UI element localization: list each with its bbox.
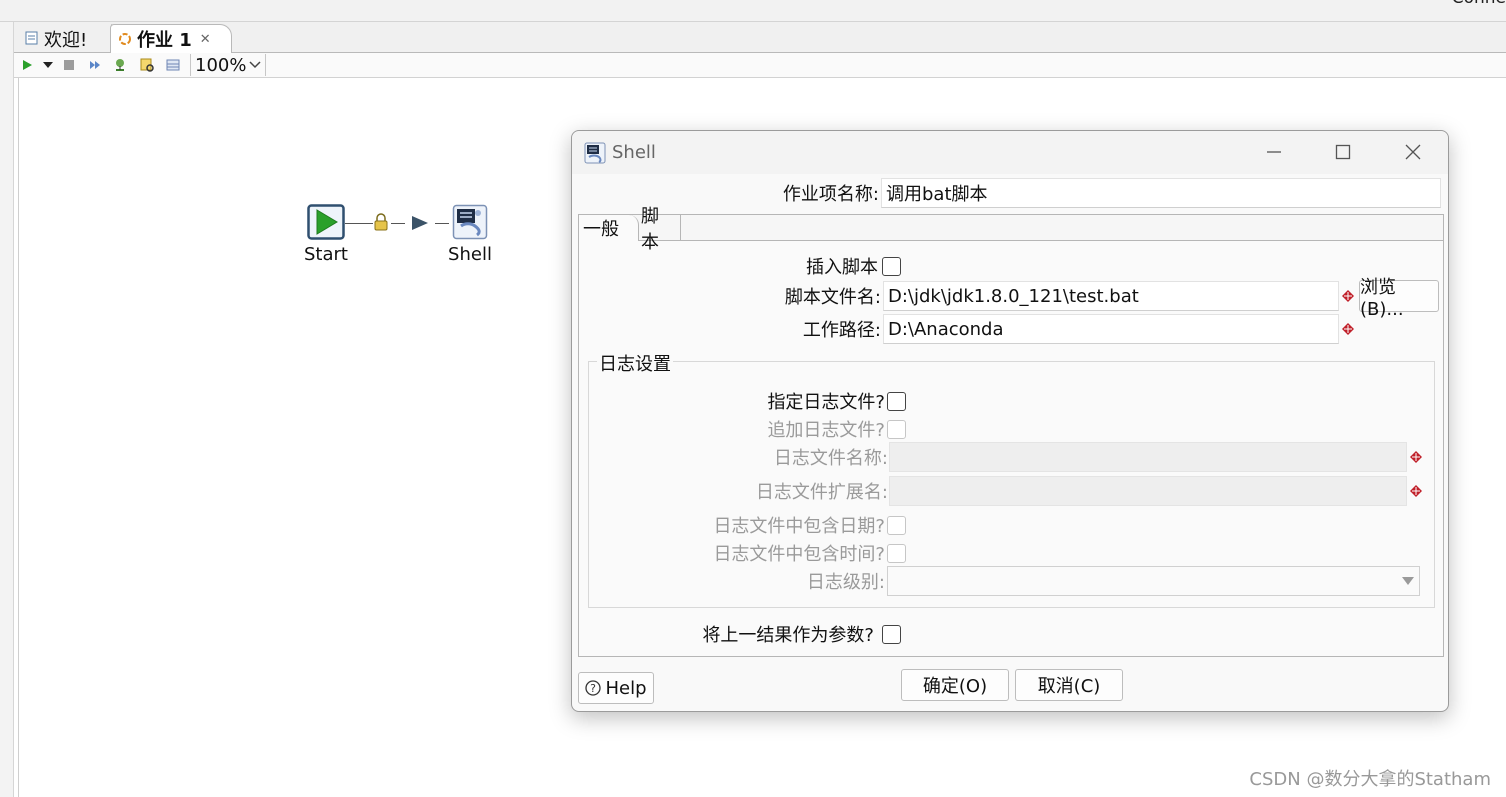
watermark-text: CSDN @数分大拿的Statham — [1249, 769, 1491, 790]
dialog-title: Shell — [612, 142, 656, 163]
work-dir-input[interactable]: D:\Anaconda — [883, 314, 1339, 344]
stop-button[interactable] — [56, 54, 82, 76]
entry-name-label: 作业项名称: — [782, 184, 879, 205]
required-variable-icon — [1342, 323, 1354, 335]
node-start[interactable]: Start — [303, 204, 349, 265]
required-variable-icon — [1342, 290, 1354, 302]
dropdown-arrow-icon — [43, 62, 53, 68]
log-include-date-label: 日志文件中包含日期? — [713, 516, 885, 537]
specify-log-checkbox[interactable] — [887, 391, 906, 411]
shell-icon — [584, 142, 606, 163]
sql-check-icon — [140, 58, 154, 72]
close-icon — [1405, 144, 1421, 160]
cancel-button[interactable]: 取消(C) — [1015, 669, 1123, 701]
svg-text:?: ? — [591, 682, 597, 695]
work-dir-label: 工作路径: — [802, 320, 881, 341]
left-panel-edge — [0, 22, 14, 797]
ok-button[interactable]: 确定(O) — [901, 669, 1009, 701]
layout-icon — [166, 59, 180, 71]
log-filename-label: 日志文件名称: — [773, 448, 888, 469]
stop-icon — [64, 60, 74, 70]
chevron-down-icon — [249, 61, 261, 69]
log-include-time-label: 日志文件中包含时间? — [713, 544, 885, 565]
zoom-value: 100% — [195, 54, 247, 76]
connection-text: Conne — [1452, 0, 1506, 8]
dialog-title-bar[interactable]: Shell — [572, 131, 1448, 174]
log-settings-group: 日志设置 指定日志文件? 追加日志文件? 日志文件名称: 日志文件扩展名: 日志… — [588, 350, 1435, 608]
hop-arrow-icon — [411, 215, 429, 236]
sql-check-button[interactable] — [134, 54, 160, 76]
required-variable-icon — [1410, 451, 1422, 463]
zoom-select[interactable]: 100% — [190, 54, 266, 76]
debug-icon — [116, 59, 124, 71]
log-include-time-checkbox[interactable] — [887, 543, 906, 563]
specify-log-label: 指定日志文件? — [767, 392, 885, 413]
editor-tab-bar: 欢迎! 作业 1 ✕ — [14, 22, 1506, 53]
hop-line-1 — [345, 223, 373, 224]
start-node-icon — [307, 204, 345, 240]
prev-result-checkbox[interactable] — [882, 624, 901, 644]
help-label: Help — [605, 677, 647, 699]
prev-result-label: 将上一结果作为参数? — [702, 625, 874, 646]
job-toolbar: 100% — [14, 53, 1506, 78]
tab-script[interactable]: 脚本 — [637, 206, 681, 253]
log-settings-title: 日志设置 — [597, 350, 673, 376]
top-strip: Conne — [0, 0, 1506, 22]
preview-icon — [90, 61, 100, 69]
log-filename-input[interactable] — [889, 442, 1407, 472]
log-level-select[interactable] — [887, 566, 1420, 596]
tab-general[interactable]: 一般 — [579, 215, 639, 241]
append-log-checkbox[interactable] — [887, 419, 906, 439]
node-shell-label: Shell — [448, 244, 492, 265]
tab-welcome[interactable]: 欢迎! — [18, 24, 112, 53]
lock-icon — [374, 213, 388, 236]
layout-button[interactable] — [160, 54, 186, 76]
insert-script-label: 插入脚本 — [806, 257, 878, 278]
run-options-dropdown[interactable] — [40, 54, 56, 76]
maximize-icon — [1335, 144, 1351, 160]
node-shell[interactable]: Shell — [447, 204, 493, 265]
script-file-input[interactable]: D:\jdk\jdk1.8.0_121\test.bat — [883, 281, 1339, 311]
hop-line-2 — [391, 223, 405, 224]
help-icon: ? — [585, 680, 602, 696]
job-icon — [117, 31, 133, 47]
maximize-button[interactable] — [1320, 137, 1366, 167]
minimize-button[interactable] — [1251, 137, 1297, 167]
tab-job-1[interactable]: 作业 1 ✕ — [110, 24, 232, 53]
shell-node-icon — [452, 204, 488, 240]
script-file-label: 脚本文件名: — [784, 287, 881, 308]
chevron-down-icon — [1402, 577, 1414, 585]
log-level-label: 日志级别: — [806, 572, 885, 593]
append-log-label: 追加日志文件? — [767, 420, 885, 441]
browse-button[interactable]: 浏览(B)... — [1359, 277, 1439, 320]
entry-name-input[interactable]: 调用bat脚本 — [881, 178, 1441, 208]
preview-button[interactable] — [82, 54, 108, 76]
play-icon — [23, 60, 32, 70]
help-button[interactable]: ? Help — [578, 672, 654, 704]
run-button[interactable] — [14, 54, 40, 76]
log-ext-label: 日志文件扩展名: — [755, 482, 888, 503]
settings-tab-strip: 一般 脚本 — [579, 206, 1443, 253]
log-include-date-checkbox[interactable] — [887, 515, 906, 535]
debug-button[interactable] — [108, 54, 134, 76]
close-tab-icon[interactable]: ✕ — [200, 32, 211, 47]
node-start-label: Start — [304, 244, 348, 265]
tab-job-label: 作业 1 — [137, 30, 192, 51]
insert-script-checkbox[interactable] — [882, 256, 901, 276]
shell-dialog: Shell 作业项名称: 调用bat脚本 一般 脚本 插入脚本 脚本文件名: D… — [571, 130, 1449, 712]
tab-welcome-label: 欢迎! — [44, 29, 88, 51]
required-variable-icon — [1410, 485, 1422, 497]
welcome-page-icon — [24, 31, 40, 47]
close-button[interactable] — [1390, 137, 1436, 167]
minimize-icon — [1267, 151, 1281, 153]
log-ext-input[interactable] — [889, 476, 1407, 506]
settings-tab-panel: 一般 脚本 插入脚本 脚本文件名: D:\jdk\jdk1.8.0_121\te… — [578, 206, 1444, 657]
